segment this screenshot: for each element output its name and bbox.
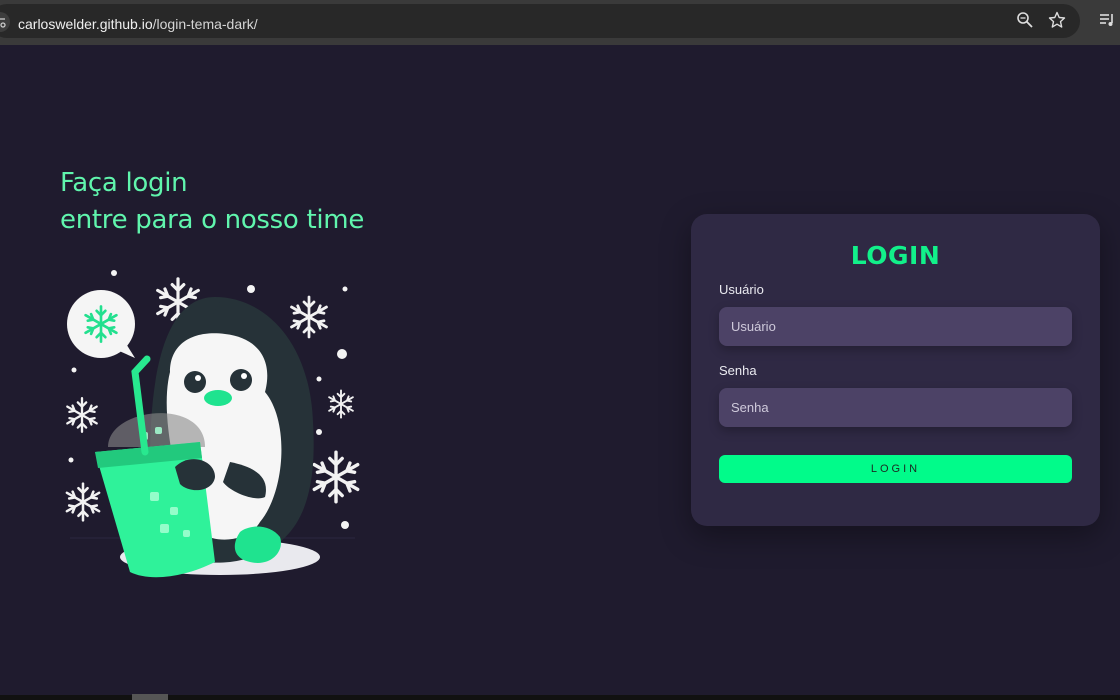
hero-line-1: Faça login [60, 168, 188, 198]
media-control-icon[interactable] [1098, 11, 1116, 29]
username-input[interactable] [719, 307, 1072, 346]
zoom-icon[interactable] [1016, 11, 1034, 29]
snowflake-icon [290, 295, 328, 339]
url-host: carloswelder.github.io [18, 16, 153, 32]
login-title: LOGIN [850, 241, 941, 270]
snowflake-icon [312, 450, 360, 504]
url-text[interactable]: carloswelder.github.io/login-tema-dark/ [18, 16, 258, 32]
username-label: Usuário [719, 282, 764, 297]
hero-line-2: entre para o nosso time [60, 205, 365, 235]
penguin-illustration [55, 262, 375, 592]
login-button[interactable]: LOGIN [719, 455, 1072, 483]
browser-toolbar: carloswelder.github.io/login-tema-dark/ [0, 0, 1120, 45]
horizontal-scrollbar-thumb[interactable] [132, 694, 168, 700]
url-path: /login-tema-dark/ [152, 16, 258, 32]
page-bottom-edge [0, 695, 1120, 700]
login-card: LOGIN Usuário Senha LOGIN [691, 214, 1100, 526]
password-label: Senha [719, 363, 757, 378]
snowflake-icon [66, 397, 98, 433]
snowflake-icon [65, 482, 101, 522]
snowflake-icon [328, 389, 354, 419]
password-input[interactable] [719, 388, 1072, 427]
hero-headline: Faça login entre para o nosso time [60, 165, 364, 239]
address-bar[interactable]: carloswelder.github.io/login-tema-dark/ [0, 4, 1080, 38]
site-info-icon[interactable] [0, 12, 10, 32]
bookmark-star-icon[interactable] [1048, 11, 1066, 29]
